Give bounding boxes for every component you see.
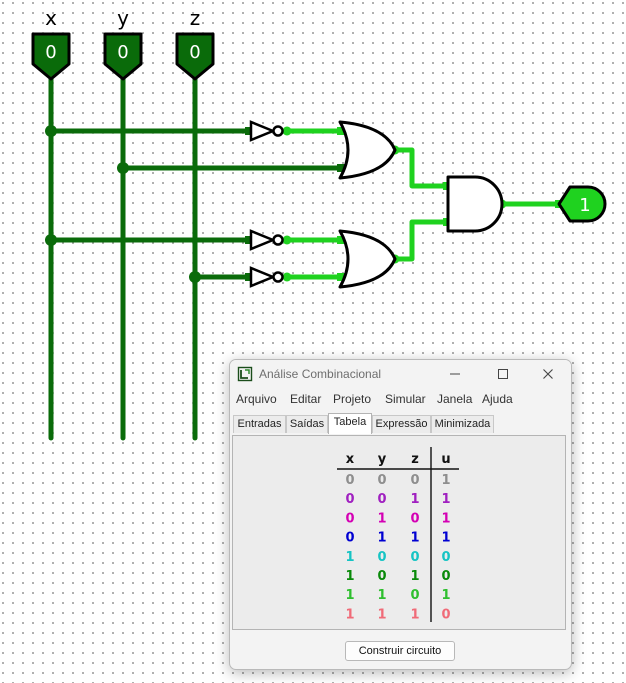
wire-endpoints-low [245, 127, 345, 281]
input-pin-label: z [190, 6, 201, 30]
truth-table-input-cell: 1 [410, 607, 419, 622]
truth-table-output-cell[interactable]: 1 [441, 511, 450, 526]
menu-bar: Arquivo Editar Projeto Simular Janela Aj… [230, 389, 571, 409]
minimize-icon [450, 373, 460, 375]
not-gate-z[interactable] [249, 266, 284, 288]
menu-ajuda[interactable]: Ajuda [482, 392, 513, 406]
and-gate[interactable] [446, 175, 504, 233]
truth-table-input-cell: 0 [345, 473, 354, 488]
truth-table-input-cell: 1 [345, 588, 354, 603]
truth-table-input-cell: 1 [410, 569, 419, 584]
truth-table-output-cell[interactable]: 1 [441, 473, 450, 488]
truth-table-input-cell: 0 [410, 473, 419, 488]
truth-table-input-cell: 1 [345, 550, 354, 565]
menu-arquivo[interactable]: Arquivo [236, 392, 277, 406]
input-pin-value: 0 [117, 42, 128, 63]
input-pin-value: 0 [45, 42, 56, 63]
close-icon [543, 369, 553, 379]
truth-table-input-cell: 0 [377, 492, 386, 507]
or-gate-bottom[interactable] [338, 229, 397, 289]
or-gate-top[interactable] [338, 120, 397, 180]
truth-table-input-cell: 0 [345, 511, 354, 526]
truth-table-input-cell: 1 [345, 607, 354, 622]
truth-table-input-cell: 1 [377, 531, 386, 546]
truth-table-header: y [378, 452, 387, 467]
truth-table-input-cell: 1 [377, 511, 386, 526]
tab-tabela[interactable]: Tabela [328, 413, 372, 434]
truth-table-input-cell: 0 [377, 569, 386, 584]
input-pin-z[interactable]: z 0 [175, 6, 215, 81]
window-title: Análise Combinacional [259, 367, 382, 381]
truth-table-input-cell: 0 [410, 588, 419, 603]
truth-table-input-cell: 0 [345, 492, 354, 507]
wires-high [284, 128, 564, 280]
input-pin-label: x [45, 6, 57, 30]
tab-expressao[interactable]: Expressão [372, 415, 431, 433]
tab-saidas[interactable]: Saídas [286, 415, 328, 433]
truth-table-output-cell[interactable]: 0 [441, 569, 450, 584]
build-circuit-button[interactable]: Construir circuito [345, 641, 455, 661]
input-pin-x[interactable]: x 0 [31, 6, 71, 81]
truth-table-input-cell: 1 [410, 492, 419, 507]
title-bar[interactable]: Análise Combinacional [230, 360, 571, 388]
truth-table-input-cell: 1 [410, 531, 419, 546]
truth-table-output-cell[interactable]: 1 [441, 588, 450, 603]
not-gate-x[interactable] [249, 120, 284, 142]
truth-table-output-cell[interactable]: 0 [441, 607, 450, 622]
truth-table-input-cell: 1 [345, 569, 354, 584]
menu-projeto[interactable]: Projeto [333, 392, 371, 406]
truth-table-input-cell: 0 [410, 511, 419, 526]
input-pin-label: y [117, 6, 129, 30]
truth-table-output-cell[interactable]: 1 [441, 492, 450, 507]
truth-table-output-cell[interactable]: 0 [441, 550, 450, 565]
tab-entradas[interactable]: Entradas [233, 415, 286, 433]
minimize-button[interactable] [443, 364, 467, 384]
logisim-app-icon [237, 366, 253, 382]
not-gate-x-2[interactable] [249, 229, 284, 251]
maximize-icon [498, 369, 508, 379]
truth-table-panel: x y z u 0 0 0 1 0 0 1 1 0 1 0 1 0 1 1 1 1 0 0 0 1 0 1 0 1 1 0 1 1 1 1 0 [232, 435, 566, 630]
truth-table-input-cell: 0 [377, 473, 386, 488]
input-pin-value: 0 [189, 42, 200, 63]
truth-table-input-cell: 0 [410, 550, 419, 565]
truth-table-input-cell: 1 [377, 607, 386, 622]
truth-table-output-cell[interactable]: 1 [441, 531, 450, 546]
maximize-button[interactable] [491, 364, 515, 384]
output-pin-value: 1 [579, 195, 590, 216]
tab-minimizada[interactable]: Minimizada [431, 415, 494, 433]
menu-janela[interactable]: Janela [437, 392, 472, 406]
truth-table-input-cell: 0 [345, 531, 354, 546]
combinational-analysis-window[interactable]: Análise Combinacional Arquivo Editar Pro… [229, 359, 572, 670]
truth-table-input-cell: 0 [377, 550, 386, 565]
input-pin-y[interactable]: y 0 [103, 6, 143, 81]
menu-editar[interactable]: Editar [290, 392, 321, 406]
truth-table-header: u [441, 452, 450, 467]
truth-table: x y z u 0 0 0 1 0 0 1 1 0 1 0 1 0 1 1 1 1 0 0 0 1 0 1 0 1 1 0 1 1 1 1 0 [337, 447, 459, 622]
truth-table-header: x [346, 452, 355, 467]
close-button[interactable] [536, 364, 560, 384]
truth-table-header: z [411, 452, 419, 467]
menu-simular[interactable]: Simular [385, 392, 426, 406]
truth-table-input-cell: 1 [377, 588, 386, 603]
output-pin-u[interactable]: 1 [557, 185, 607, 223]
